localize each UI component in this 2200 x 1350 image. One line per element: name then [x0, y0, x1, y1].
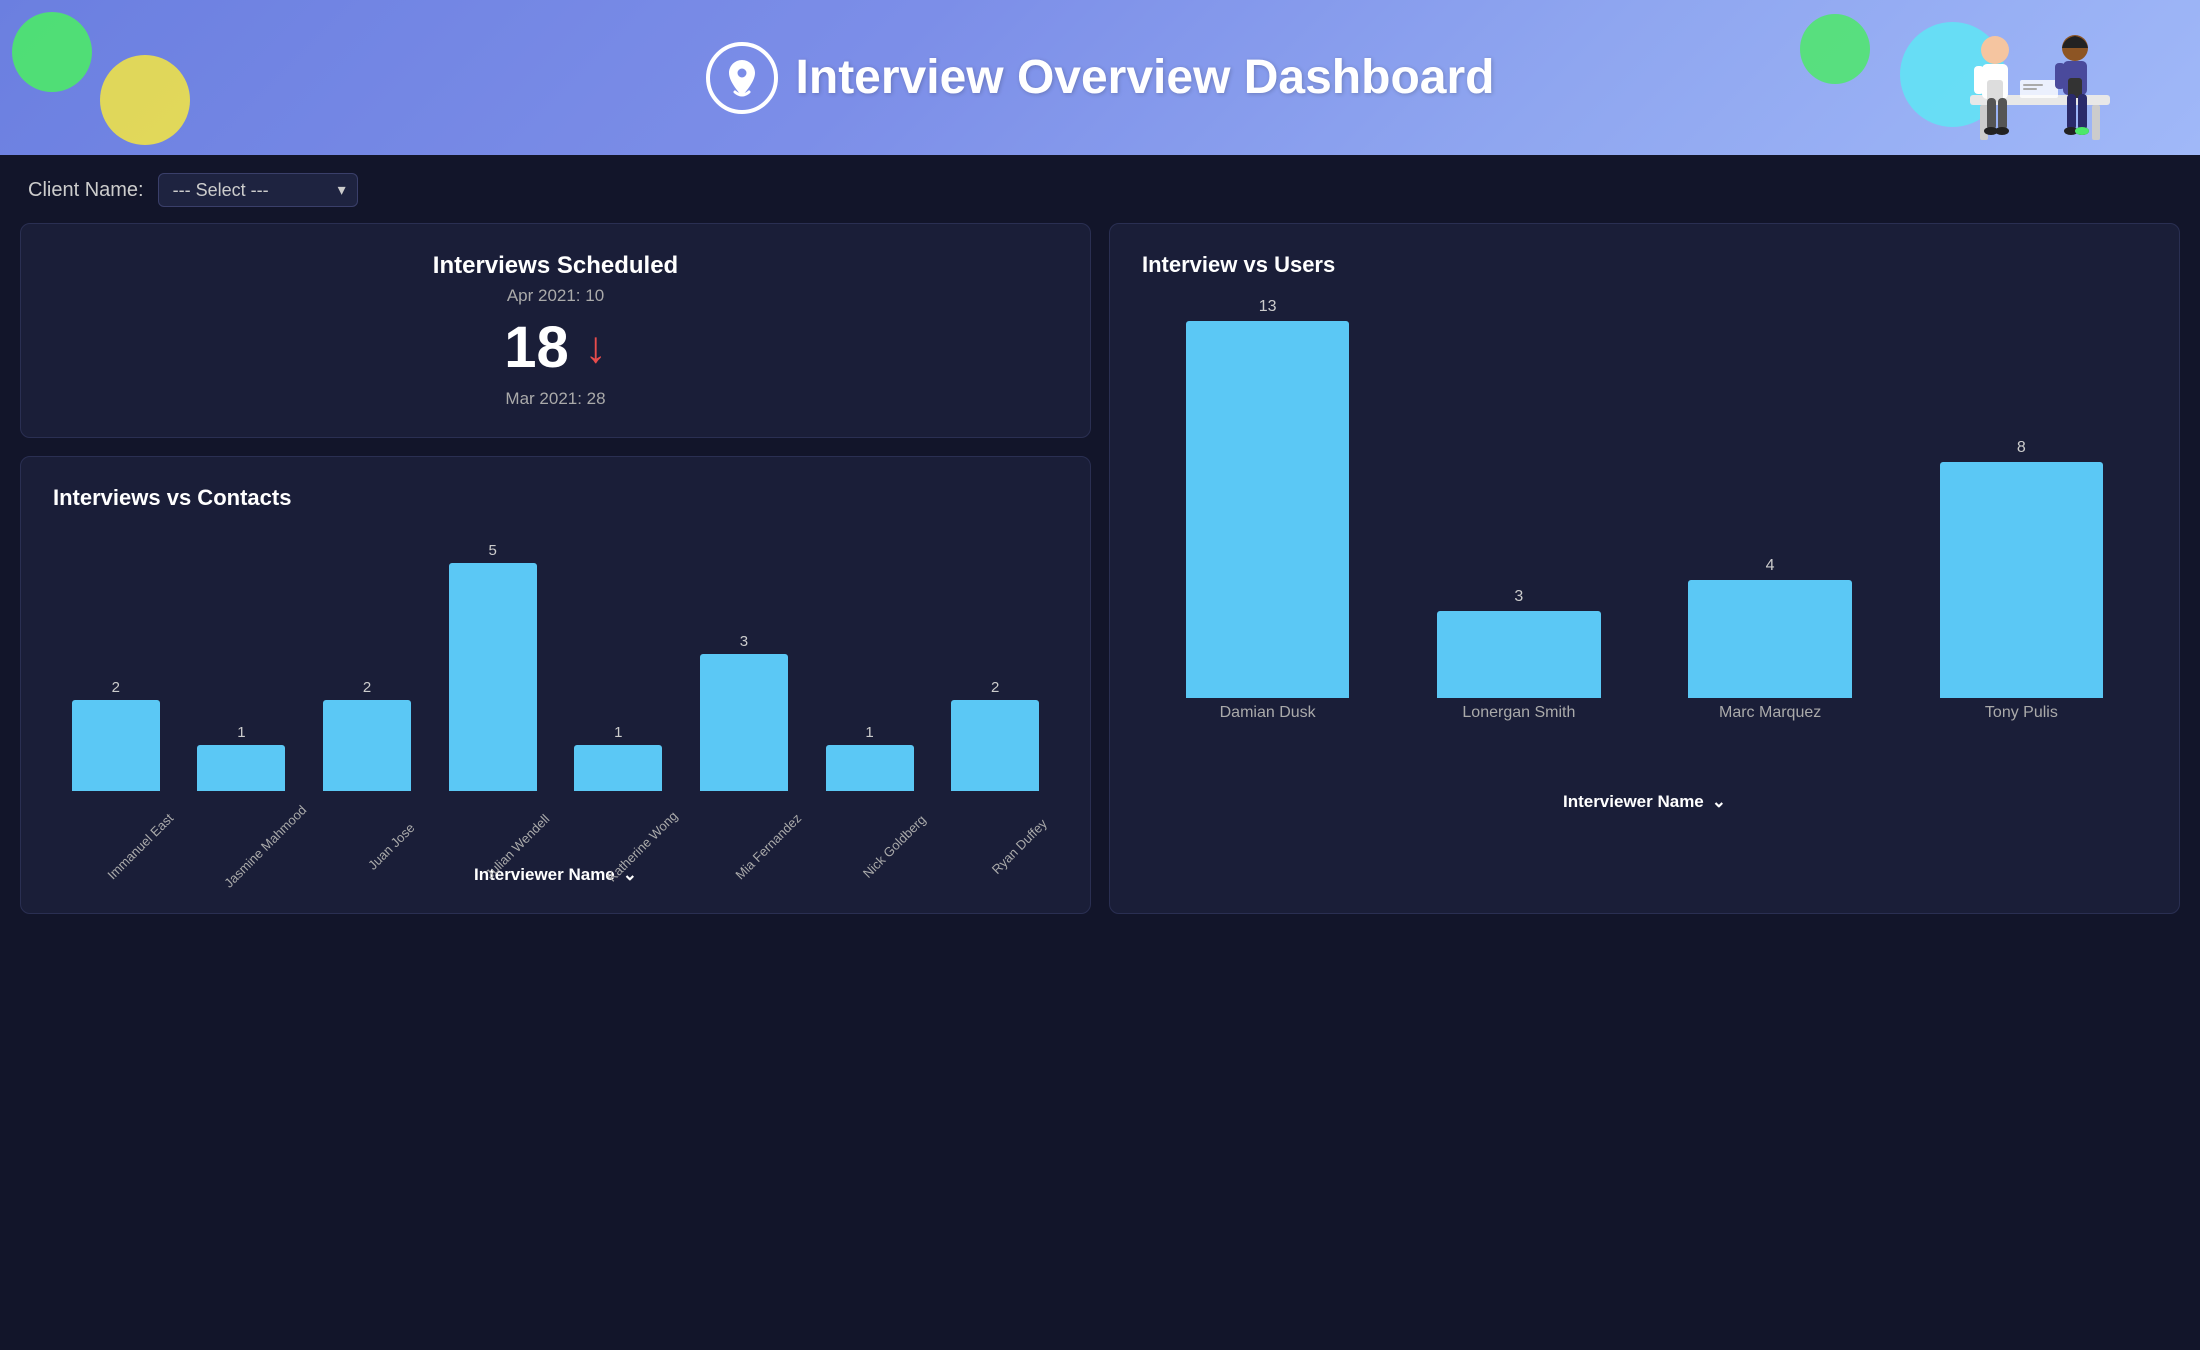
users-axis-label[interactable]: Interviewer Name ⌄ — [1142, 792, 2147, 812]
client-select[interactable]: --- Select --- Client A Client B Client … — [158, 173, 358, 207]
deco-circle-3 — [1800, 14, 1870, 84]
bar-group: 5Julian Wendell — [430, 531, 556, 791]
contacts-chart-area: 2Immanuel East1Jasmine Mahmood2Juan Jose… — [53, 531, 1058, 885]
bar-value: 1 — [865, 724, 873, 741]
users-card-title: Interview vs Users — [1142, 252, 2147, 278]
scheduled-title: Interviews Scheduled — [433, 252, 678, 280]
contacts-axis-label[interactable]: Interviewer Name ⌄ — [53, 865, 1058, 885]
bar-rect — [197, 745, 285, 791]
bar-value: 3 — [1514, 588, 1523, 606]
bar-group: 3Lonergan Smith — [1393, 298, 1644, 698]
bar-group: 1Nick Goldberg — [807, 531, 933, 791]
main-content: Interviews Scheduled Apr 2021: 10 18 ↓ M… — [0, 223, 2200, 934]
bar-group: 1Jasmine Mahmood — [179, 531, 305, 791]
scheduled-main-row: 18 ↓ — [504, 314, 607, 381]
bar-rect — [449, 563, 537, 791]
bar-value: 1 — [237, 724, 245, 741]
bar-rect — [826, 745, 914, 791]
bar-group: 4Marc Marquez — [1645, 298, 1896, 698]
bar-value: 2 — [991, 679, 999, 696]
bar-rect — [1437, 611, 1600, 698]
scheduled-number: 18 — [504, 314, 569, 381]
client-select-wrapper[interactable]: --- Select --- Client A Client B Client … — [158, 173, 358, 207]
scheduled-current-period: Apr 2021: 10 — [507, 286, 604, 306]
users-chart-area: 13Damian Dusk3Lonergan Smith4Marc Marque… — [1142, 298, 2147, 812]
chevron-down-icon: ⌄ — [1712, 792, 1726, 812]
bar-rect — [1186, 321, 1349, 698]
bar-label: Marc Marquez — [1719, 704, 1821, 722]
bar-group: 8Tony Pulis — [1896, 298, 2147, 698]
contacts-bar-chart: 2Immanuel East1Jasmine Mahmood2Juan Jose… — [53, 531, 1058, 851]
bar-rect — [951, 700, 1039, 791]
bar-label: Lonergan Smith — [1462, 704, 1575, 722]
bar-group: 1Katherine Wong — [556, 531, 682, 791]
bar-group: 2Ryan Duffey — [932, 531, 1058, 791]
bar-value: 3 — [740, 633, 748, 650]
users-card: Interview vs Users 13Damian Dusk3Lonerga… — [1109, 223, 2180, 914]
bar-rect — [574, 745, 662, 791]
users-bar-chart: 13Damian Dusk3Lonergan Smith4Marc Marque… — [1142, 298, 2147, 778]
bar-value: 5 — [489, 542, 497, 559]
header-title-group: Interview Overview Dashboard — [706, 42, 1495, 114]
bar-rect — [1688, 580, 1851, 698]
bar-rect — [700, 654, 788, 791]
contacts-card-title: Interviews vs Contacts — [53, 485, 1058, 511]
bar-value: 8 — [2017, 439, 2026, 457]
bar-value: 1 — [614, 724, 622, 741]
deco-circle-1 — [12, 12, 92, 92]
bar-group: 13Damian Dusk — [1142, 298, 1393, 698]
filter-area: Client Name: --- Select --- Client A Cli… — [0, 155, 2200, 223]
bar-group: 2Juan Jose — [304, 531, 430, 791]
bar-rect — [1940, 462, 2103, 698]
header-title: Interview Overview Dashboard — [796, 50, 1495, 105]
contacts-card: Interviews vs Contacts 2Immanuel East1Ja… — [20, 456, 1091, 914]
scheduled-arrow-icon: ↓ — [585, 323, 607, 373]
bar-label: Tony Pulis — [1985, 704, 2058, 722]
bar-rect — [72, 700, 160, 791]
client-name-label: Client Name: — [28, 179, 144, 202]
bar-rect — [323, 700, 411, 791]
deco-circle-2 — [100, 55, 190, 145]
bar-value: 2 — [363, 679, 371, 696]
scheduled-prev-period: Mar 2021: 28 — [505, 389, 605, 409]
bar-label: Damian Dusk — [1220, 704, 1316, 722]
header: Interview Overview Dashboard — [0, 0, 2200, 155]
header-illustration — [1960, 20, 2120, 155]
bar-value: 13 — [1259, 298, 1277, 316]
scheduled-card: Interviews Scheduled Apr 2021: 10 18 ↓ M… — [20, 223, 1091, 438]
bar-group: 3Mia Fernandez — [681, 531, 807, 791]
bar-value: 4 — [1766, 557, 1775, 575]
location-pin-icon — [706, 42, 778, 114]
bar-value: 2 — [112, 679, 120, 696]
bar-group: 2Immanuel East — [53, 531, 179, 791]
